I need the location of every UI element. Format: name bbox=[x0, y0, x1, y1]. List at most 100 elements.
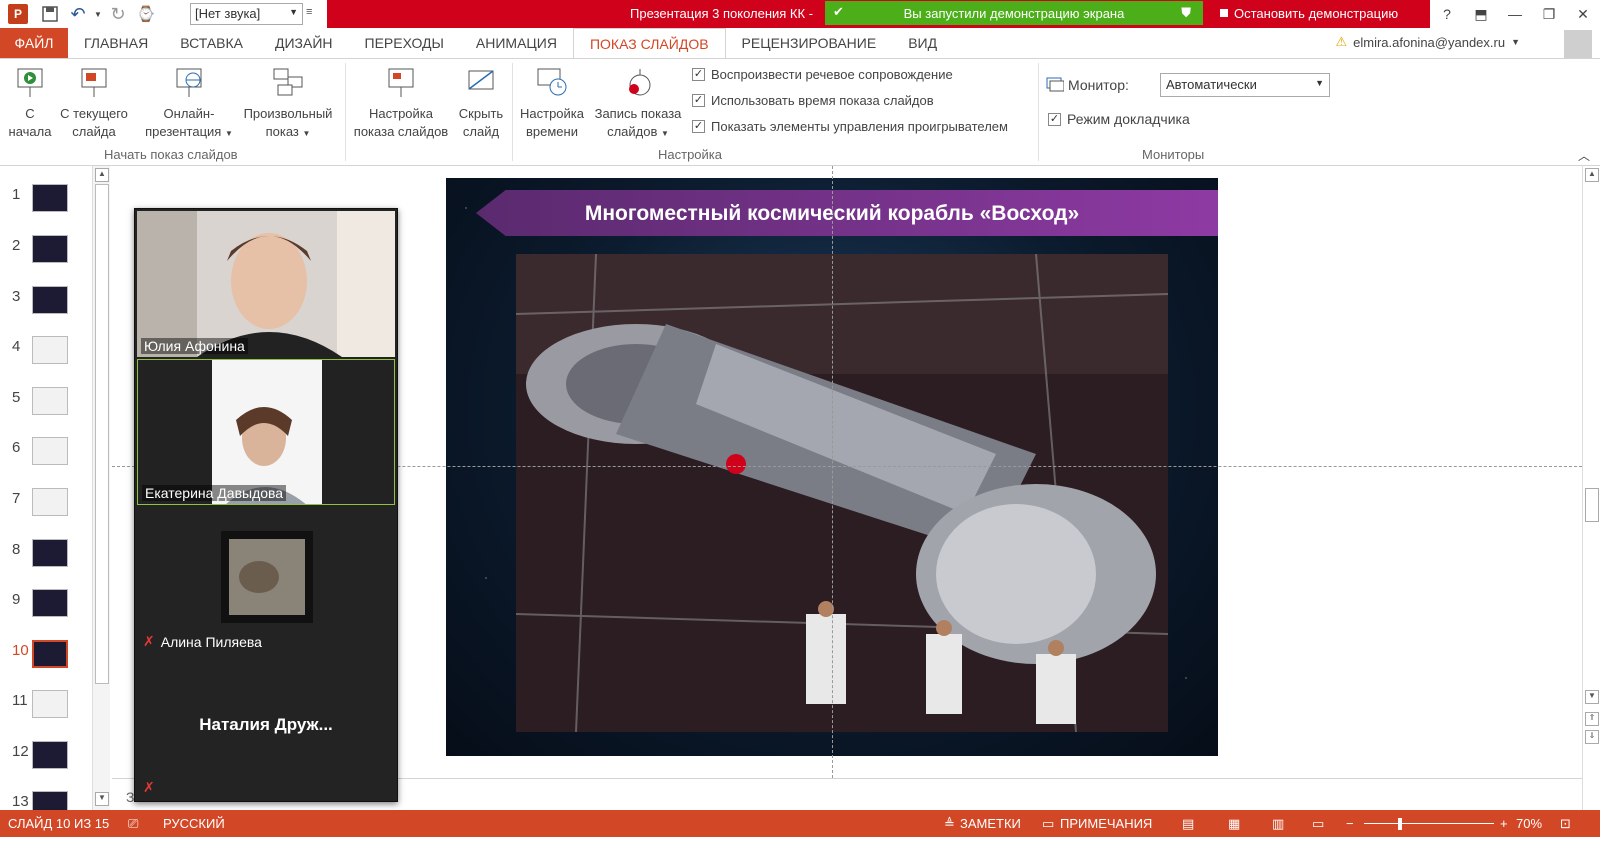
clock-icon bbox=[534, 65, 570, 101]
minimize-icon[interactable]: — bbox=[1498, 0, 1532, 28]
tab-design[interactable]: ДИЗАЙН bbox=[259, 28, 349, 58]
comments-button[interactable]: ПРИМЕЧАНИЯ bbox=[1060, 816, 1152, 831]
monitor-select[interactable]: Автоматически ▼ bbox=[1160, 73, 1330, 97]
thumbnail-image bbox=[32, 488, 68, 516]
chevron-down-icon: ▼ bbox=[1511, 37, 1520, 47]
from-beginning-button[interactable]: С начала bbox=[8, 65, 52, 141]
stop-share-label: Остановить демонстрацию bbox=[1234, 5, 1399, 21]
reading-view-icon[interactable]: ▥ bbox=[1272, 816, 1284, 832]
thumbnail-item[interactable]: 7 bbox=[0, 488, 92, 528]
globe-icon bbox=[171, 65, 207, 101]
zoom-level[interactable]: 70% bbox=[1516, 816, 1542, 831]
ribbon-display-options-icon[interactable]: ⬒ bbox=[1464, 0, 1498, 28]
powerpoint-logo-icon: P bbox=[8, 4, 28, 24]
thumbnail-item[interactable]: 12 bbox=[0, 741, 92, 781]
thumbnail-number: 6 bbox=[12, 439, 21, 456]
play-narrations-checkbox[interactable]: ✓ Воспроизвести речевое сопровождение bbox=[692, 67, 953, 82]
zoom-in-icon[interactable]: + bbox=[1500, 816, 1508, 831]
slide-scrollbar[interactable]: ▲ ▼ ⇑ ⇓ bbox=[1582, 166, 1600, 826]
slide-sorter-icon[interactable]: ▦ bbox=[1228, 816, 1240, 832]
slideshow-start-icon[interactable]: ⌚ bbox=[132, 0, 160, 28]
stop-share-button[interactable]: Остановить демонстрацию bbox=[1208, 0, 1426, 26]
checkbox-checked-icon: ✓ bbox=[692, 68, 705, 81]
tab-animations[interactable]: АНИМАЦИЯ bbox=[460, 28, 573, 58]
video-conference-panel[interactable]: Юлия Афонина Екатерина Давыдова ✗ Алина … bbox=[134, 208, 398, 802]
thumbnail-item[interactable]: 3 bbox=[0, 286, 92, 326]
scroll-thumb[interactable] bbox=[1585, 488, 1599, 522]
thumbnail-item[interactable]: 4 bbox=[0, 336, 92, 376]
tab-view[interactable]: ВИД bbox=[892, 28, 953, 58]
video-tile[interactable]: Юлия Афонина bbox=[137, 211, 395, 357]
scroll-up-icon[interactable]: ▲ bbox=[95, 168, 109, 182]
from-current-label-1: С текущего bbox=[60, 106, 128, 121]
tab-insert[interactable]: ВСТАВКА bbox=[164, 28, 259, 58]
tab-review[interactable]: РЕЦЕНЗИРОВАНИЕ bbox=[726, 28, 893, 58]
hide-slide-button[interactable]: Скрыть слайд bbox=[455, 65, 507, 141]
normal-view-icon[interactable]: ▤ bbox=[1182, 816, 1194, 832]
tab-file[interactable]: ФАЙЛ bbox=[0, 28, 68, 58]
thumbnail-number: 8 bbox=[12, 541, 21, 558]
zoom-out-icon[interactable]: − bbox=[1346, 816, 1354, 831]
thumbnail-item[interactable]: 6 bbox=[0, 437, 92, 477]
rehearse-timings-button[interactable]: Настройка времени bbox=[516, 65, 588, 141]
fit-to-window-icon[interactable]: ⊡ bbox=[1560, 816, 1571, 832]
use-timings-checkbox[interactable]: ✓ Использовать время показа слайдов bbox=[692, 93, 934, 108]
record-slideshow-button[interactable]: Запись показа слайдов ▼ bbox=[590, 65, 686, 143]
thumbnail-image bbox=[32, 589, 68, 617]
restore-icon[interactable]: ❐ bbox=[1532, 0, 1566, 28]
avatar[interactable] bbox=[1564, 30, 1592, 58]
comments-icon[interactable]: ▭ bbox=[1042, 816, 1054, 832]
undo-dropdown-icon[interactable]: ▼ bbox=[92, 0, 104, 28]
tab-home[interactable]: ГЛАВНАЯ bbox=[68, 28, 164, 58]
slideshow-view-icon[interactable]: ▭ bbox=[1312, 816, 1324, 832]
show-media-controls-checkbox[interactable]: ✓ Показать элементы управления проигрыва… bbox=[692, 119, 1008, 134]
scroll-down-icon[interactable]: ▼ bbox=[95, 792, 109, 806]
redo-icon[interactable]: ↻ bbox=[104, 0, 132, 28]
thumbnail-item[interactable]: 2 bbox=[0, 235, 92, 275]
online-presentation-button[interactable]: Онлайн- презентация ▼ bbox=[142, 65, 236, 143]
start-group-label: Начать показ слайдов bbox=[104, 147, 238, 162]
user-account[interactable]: ⚠ elmira.afonina@yandex.ru ▼ bbox=[1335, 34, 1520, 50]
zoom-slider-thumb[interactable] bbox=[1398, 818, 1402, 830]
previous-slide-icon[interactable]: ⇑ bbox=[1585, 712, 1599, 726]
notes-icon[interactable]: ≜ bbox=[944, 816, 955, 832]
video-tile-active[interactable]: Екатерина Давыдова bbox=[137, 359, 395, 505]
from-current-button[interactable]: С текущего слайда bbox=[56, 65, 132, 141]
chevron-down-icon: ▼ bbox=[302, 129, 311, 138]
chevron-down-icon: ▼ bbox=[661, 129, 669, 138]
tab-transitions[interactable]: ПЕРЕХОДЫ bbox=[349, 28, 460, 58]
undo-icon[interactable]: ↶ bbox=[64, 0, 92, 28]
chevron-down-icon: ▼ bbox=[1315, 78, 1324, 88]
presenter-view-checkbox[interactable]: ✓ Режим докладчика bbox=[1048, 111, 1190, 127]
next-slide-icon[interactable]: ⇓ bbox=[1585, 730, 1599, 744]
language-indicator[interactable]: РУССКИЙ bbox=[163, 816, 225, 831]
thumbnail-item[interactable]: 11 bbox=[0, 690, 92, 730]
custom-show-button[interactable]: Произвольный показ ▼ bbox=[238, 65, 338, 143]
setup-slideshow-button[interactable]: Настройка показа слайдов bbox=[350, 65, 452, 141]
quick-access-toolbar: P ↶ ▼ ↻ ⌚ bbox=[0, 0, 160, 28]
sound-select[interactable]: [Нет звука] ▼ bbox=[190, 3, 303, 25]
close-icon[interactable]: ✕ bbox=[1566, 0, 1600, 28]
online-label-1: Онлайн- bbox=[163, 106, 215, 121]
save-icon[interactable] bbox=[36, 0, 64, 28]
thumbnails-scrollbar[interactable]: ▲ ▼ bbox=[92, 166, 110, 826]
video-tile[interactable]: ✗ Алина Пиляева bbox=[137, 507, 395, 653]
help-button[interactable]: ? bbox=[1430, 0, 1464, 28]
collapse-ribbon-icon[interactable]: ︿ bbox=[1578, 147, 1590, 164]
thumbnail-item[interactable]: 1 bbox=[0, 184, 92, 224]
zoom-slider[interactable] bbox=[1364, 823, 1494, 824]
customize-qat-icon[interactable]: ≡ bbox=[306, 6, 312, 18]
scroll-thumb[interactable] bbox=[95, 184, 109, 684]
notes-button[interactable]: ЗАМЕТКИ bbox=[960, 816, 1021, 831]
thumbnail-item[interactable]: 5 bbox=[0, 387, 92, 427]
tab-slideshow[interactable]: ПОКАЗ СЛАЙДОВ bbox=[572, 28, 726, 58]
scroll-up-icon[interactable]: ▲ bbox=[1585, 168, 1599, 182]
spellcheck-icon[interactable]: ⎚ bbox=[128, 816, 138, 832]
thumbnail-item[interactable]: 9 bbox=[0, 589, 92, 629]
scroll-down-icon[interactable]: ▼ bbox=[1585, 690, 1599, 704]
setup-group-label: Настройка bbox=[658, 147, 722, 162]
thumbnail-item[interactable]: 8 bbox=[0, 539, 92, 579]
stop-square-icon bbox=[1220, 9, 1228, 17]
thumbnail-item-active[interactable]: 10 bbox=[0, 640, 92, 680]
participant-name: Алина Пиляева bbox=[160, 633, 262, 650]
